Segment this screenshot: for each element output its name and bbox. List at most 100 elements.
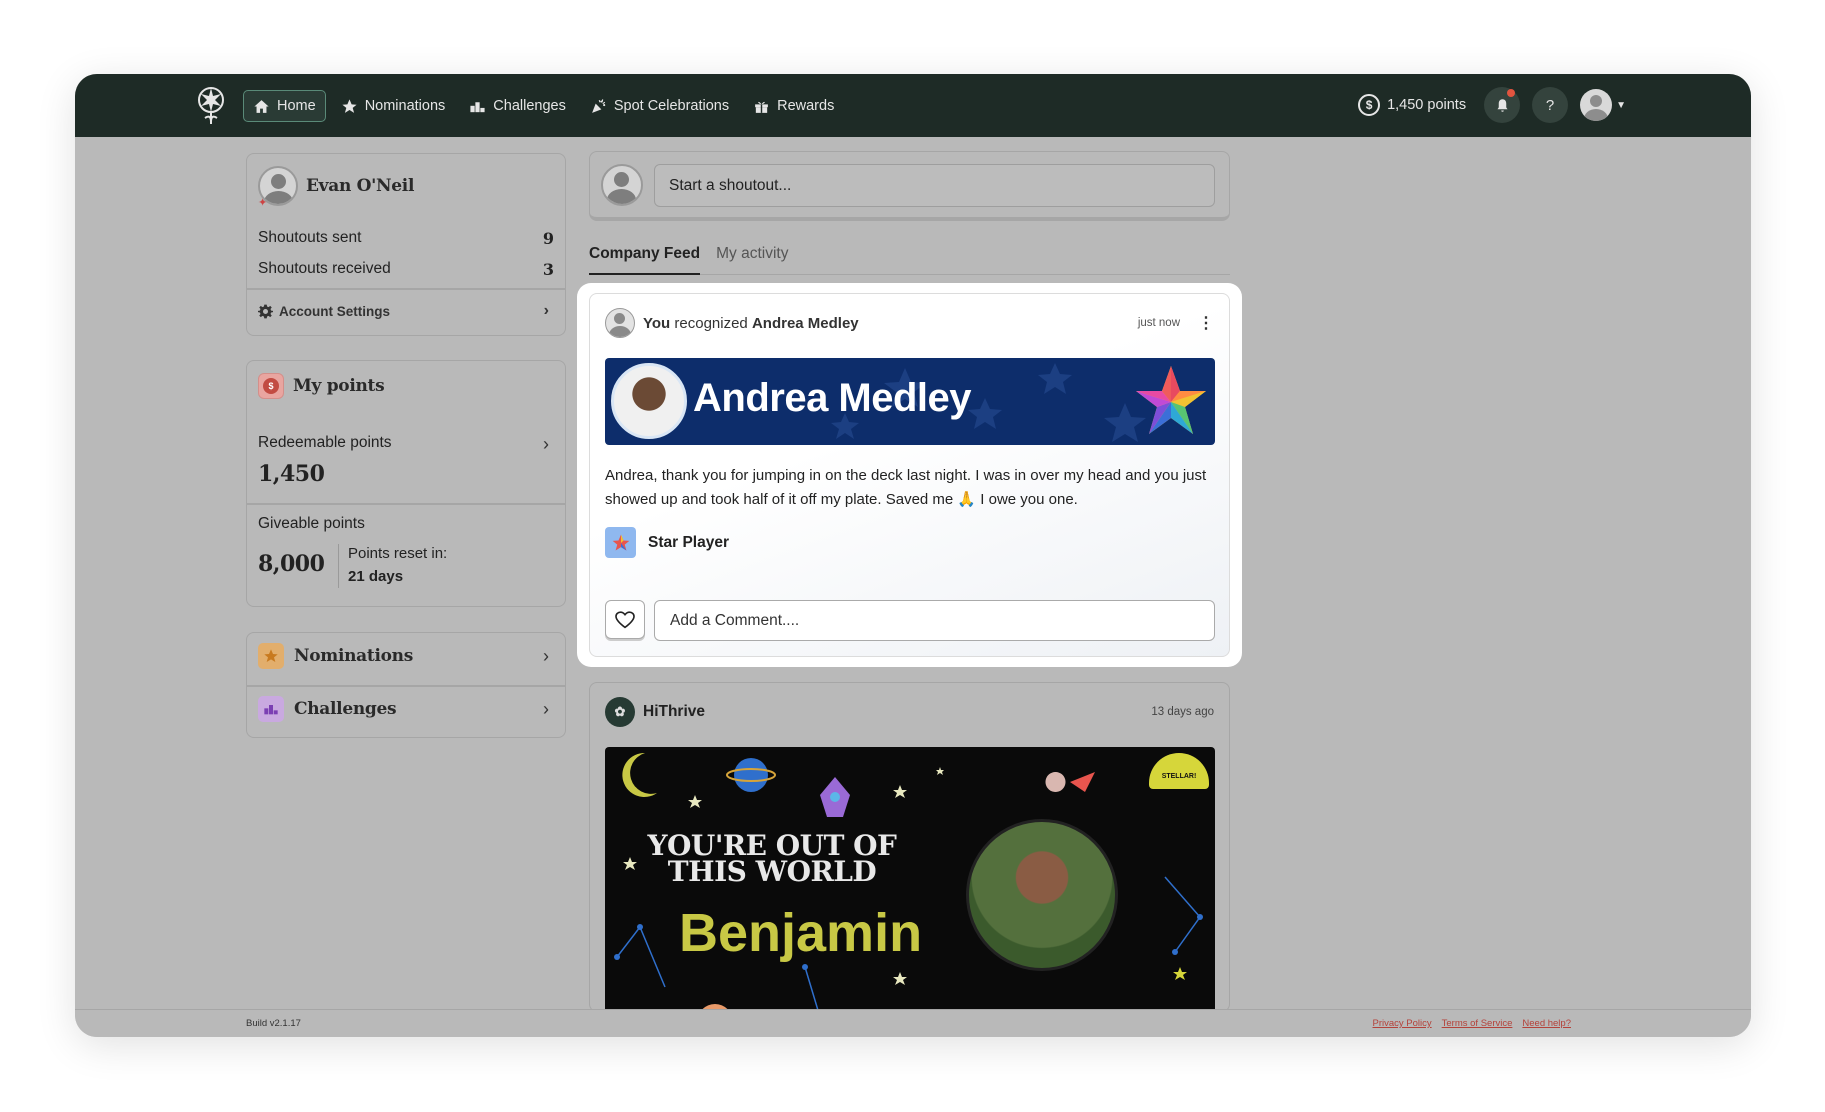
hithrive-logo-icon[interactable] <box>192 84 230 126</box>
points-reset-value: 21 days <box>348 568 404 585</box>
nav-challenges[interactable]: Challenges <box>460 90 575 122</box>
my-points-title: My points <box>293 376 385 396</box>
nav-spot-celebrations-label: Spot Celebrations <box>613 98 730 114</box>
privacy-policy-link[interactable]: Privacy Policy <box>1373 1018 1432 1029</box>
confetti-icon <box>591 98 606 113</box>
feed-tabs: Company Feed My activity <box>589 240 1230 275</box>
challenges-link-label: Challenges <box>294 699 397 719</box>
divider <box>247 685 565 687</box>
shoutouts-sent-count: 9 <box>542 229 554 248</box>
banner-recipient-name: Benjamin <box>679 903 923 963</box>
space-celebration-banner: STELLAR! YOU'RE OUT OF THIS WORLD Benjam… <box>605 747 1215 1011</box>
footer: Build v2.1.17 Privacy Policy Terms of Se… <box>75 1009 1751 1037</box>
post-actor[interactable]: You <box>643 315 670 332</box>
terms-of-service-link[interactable]: Terms of Service <box>1442 1018 1513 1029</box>
post-header: You recognized Andrea Medley just now ⋮ <box>605 308 1214 338</box>
footer-links: Privacy Policy Terms of Service Need hel… <box>1373 1018 1571 1029</box>
post-author[interactable]: HiThrive <box>643 703 705 721</box>
recognition-post: You recognized Andrea Medley just now ⋮ … <box>589 293 1230 657</box>
points-balance-label: 1,450 points <box>1387 97 1467 113</box>
nav-challenges-label: Challenges <box>493 98 566 114</box>
shoutouts-received-row: Shoutouts received 3 <box>258 260 554 279</box>
profile-name: Evan O'Neil <box>306 176 415 196</box>
recognition-banner: Andrea Medley <box>605 358 1215 445</box>
rainbow-star-icon <box>1136 366 1206 434</box>
bell-icon <box>1497 98 1508 112</box>
notifications-button[interactable] <box>1484 87 1521 123</box>
build-version: Build v2.1.17 <box>246 1018 301 1029</box>
nav-home-label: Home <box>277 98 316 114</box>
help-icon: ? <box>1545 96 1555 114</box>
star-player-badge-icon <box>605 527 636 558</box>
redeemable-points-label: Redeemable points <box>258 434 392 451</box>
points-coin-icon: $ <box>258 373 284 399</box>
divider <box>247 288 565 290</box>
post-recipient[interactable]: Andrea Medley <box>752 315 859 332</box>
post-summary: You recognized Andrea Medley <box>643 315 859 332</box>
account-settings-label: Account Settings <box>279 303 391 319</box>
points-reset-label: Points reset in: <box>348 545 448 562</box>
like-button[interactable] <box>605 600 645 639</box>
need-help-link[interactable]: Need help? <box>1522 1018 1571 1029</box>
giveable-points-row: Giveable points <box>258 515 554 533</box>
giveable-points-value: 8,000 <box>258 551 325 577</box>
post-header: ✿ HiThrive 13 days ago <box>605 697 1214 727</box>
post-timestamp: 13 days ago <box>1151 706 1214 718</box>
app-window: Home Nominations Challenges Spot Celebra… <box>75 74 1751 1037</box>
nominations-link[interactable]: Nominations › <box>258 643 549 669</box>
shoutouts-received-count: 3 <box>542 260 554 279</box>
user-avatar <box>1580 89 1613 121</box>
chevron-right-icon: › <box>543 302 549 319</box>
shoutout-input[interactable]: Start a shoutout... <box>654 164 1215 207</box>
shoutouts-sent-row: Shoutouts sent 9 <box>258 229 554 248</box>
recipient-photo <box>611 363 687 439</box>
redeemable-points-value: 1,450 <box>258 461 325 487</box>
help-button[interactable]: ? <box>1532 87 1569 123</box>
shoutout-composer: Start a shoutout... <box>589 151 1230 221</box>
recipient-photo <box>966 819 1118 971</box>
redeemable-points-row[interactable]: Redeemable points › <box>258 434 554 455</box>
shoutouts-received-label: Shoutouts received <box>258 260 391 277</box>
nav-nominations-label: Nominations <box>364 98 446 114</box>
chevron-right-icon: › <box>543 698 549 719</box>
caret-down-icon: ▼ <box>1616 99 1626 111</box>
gift-icon <box>755 101 768 113</box>
nav-rewards-label: Rewards <box>777 98 835 114</box>
podium-icon <box>470 101 485 112</box>
divider <box>247 503 565 505</box>
challenges-link[interactable]: Challenges › <box>258 696 549 722</box>
post-author-avatar <box>605 308 635 338</box>
podium-icon <box>258 696 284 722</box>
top-right-actions: $ 1,450 points ? ▼ <box>1358 87 1626 123</box>
top-navigation-bar: Home Nominations Challenges Spot Celebra… <box>75 74 1751 137</box>
banner-headline: YOU'RE OUT OF THIS WORLD <box>647 829 897 888</box>
sparkle-icon: ✦ <box>258 197 268 209</box>
nav-spot-celebrations[interactable]: Spot Celebrations <box>581 90 738 122</box>
award-badge: Star Player <box>605 527 729 558</box>
heart-icon <box>615 610 635 628</box>
banner-recipient-name: Andrea Medley <box>693 376 972 420</box>
chevron-right-icon: › <box>543 434 549 454</box>
award-badge-label: Star Player <box>648 533 729 551</box>
points-balance[interactable]: $ 1,450 points <box>1358 94 1466 116</box>
hithrive-logo-icon: ✿ <box>605 697 635 727</box>
tab-company-feed[interactable]: Company Feed <box>589 240 701 275</box>
tab-my-activity[interactable]: My activity <box>716 240 788 274</box>
more-options-icon[interactable]: ⋮ <box>1198 313 1214 333</box>
nav-home[interactable]: Home <box>243 90 326 122</box>
my-points-header: $ My points <box>258 373 385 399</box>
user-menu[interactable]: ▼ <box>1580 89 1626 121</box>
quick-links-card: Nominations › Challenges › <box>246 632 566 738</box>
comment-input[interactable]: Add a Comment.... <box>654 600 1215 641</box>
nav-rewards[interactable]: Rewards <box>744 90 843 122</box>
giveable-points-label: Giveable points <box>258 515 365 532</box>
chevron-right-icon: › <box>543 645 549 666</box>
composer-avatar <box>601 164 643 206</box>
dollar-coin-icon: $ <box>1358 94 1381 116</box>
gear-icon <box>258 304 273 318</box>
nav-nominations[interactable]: Nominations <box>332 90 455 122</box>
star-icon <box>258 643 284 669</box>
home-icon <box>254 99 269 113</box>
account-settings-link[interactable]: Account Settings › <box>258 302 549 320</box>
profile-header: Evan O'Neil <box>258 166 414 206</box>
